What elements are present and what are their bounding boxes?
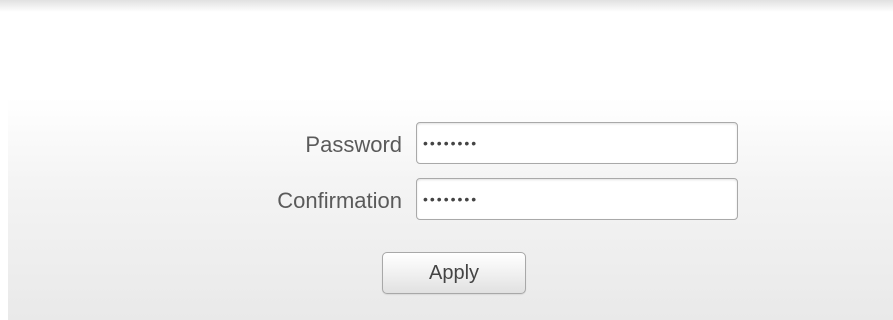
password-label: Password [305,132,402,157]
apply-button[interactable]: Apply [382,252,526,294]
password-form-panel: Password Confirmation Apply [8,12,893,320]
page: Password Confirmation Apply [0,0,893,320]
password-row: Password [8,122,893,166]
confirmation-label: Confirmation [277,188,402,213]
password-input[interactable] [416,122,738,164]
confirmation-row: Confirmation [8,178,893,222]
top-band [0,0,893,12]
confirmation-input[interactable] [416,178,738,220]
